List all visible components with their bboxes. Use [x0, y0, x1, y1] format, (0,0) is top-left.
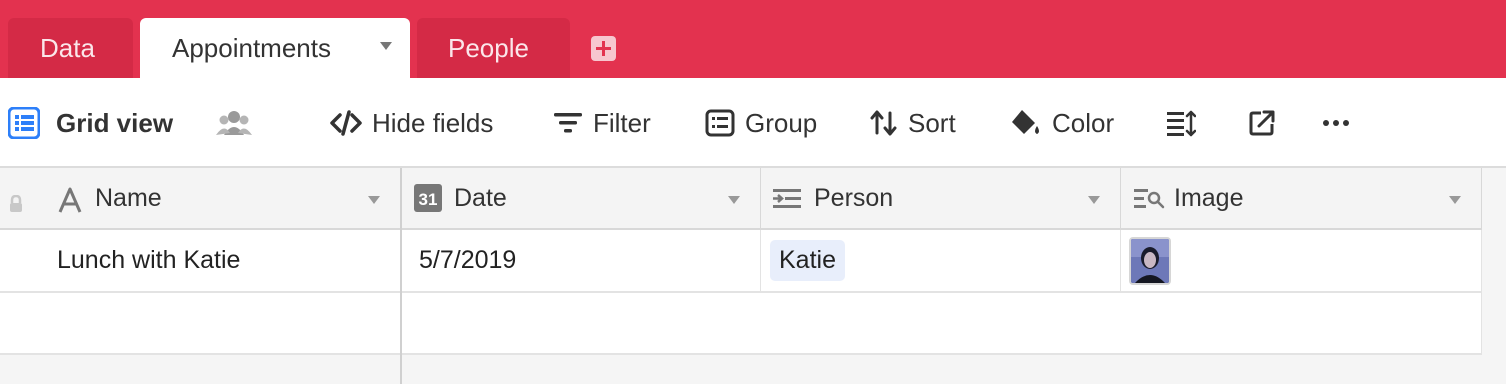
column-label: Name — [95, 183, 162, 212]
view-name: Grid view — [56, 107, 174, 138]
chevron-down-icon[interactable] — [1088, 196, 1100, 204]
linked-record-pill[interactable]: Katie — [770, 240, 845, 281]
row-height-icon — [1166, 109, 1196, 137]
column-header-image[interactable]: Image — [1121, 168, 1482, 230]
hide-fields-label: Hide fields — [372, 107, 494, 138]
chevron-down-icon[interactable] — [368, 196, 380, 204]
grid-icon — [8, 107, 40, 139]
calendar-icon-text: 31 — [418, 189, 438, 209]
column-label: Image — [1174, 183, 1244, 212]
chevron-down-icon[interactable] — [728, 196, 740, 204]
cell-text: 5/7/2019 — [419, 246, 517, 274]
group-button[interactable]: Group — [705, 106, 817, 140]
table-row-name-cell[interactable]: Lunch with Katie — [0, 230, 401, 293]
row-height-button[interactable] — [1166, 106, 1196, 140]
image-thumbnail[interactable] — [1129, 236, 1171, 285]
color-button[interactable]: Color — [1010, 106, 1114, 140]
tab-label: People — [448, 32, 529, 63]
add-table-button[interactable] — [591, 36, 616, 61]
text-field-icon — [58, 187, 82, 220]
chevron-down-icon[interactable] — [380, 42, 392, 50]
column-label: Date — [454, 183, 507, 212]
view-toolbar: Grid view Hide fields Filter Group Sort … — [0, 78, 1506, 168]
ellipsis-icon — [1322, 119, 1350, 127]
color-label: Color — [1052, 107, 1115, 138]
column-header-person[interactable]: Person — [761, 168, 1121, 230]
hide-fields-button[interactable]: Hide fields — [330, 106, 493, 140]
share-view-button[interactable] — [1248, 106, 1276, 140]
link-record-icon — [771, 186, 803, 219]
column-label: Person — [814, 183, 894, 212]
cell-text: Lunch with Katie — [57, 246, 241, 274]
collaborators-button[interactable] — [216, 106, 252, 140]
filter-button[interactable]: Filter — [553, 106, 651, 140]
column-header-name[interactable]: Name — [0, 168, 401, 230]
table-row-image-cell[interactable] — [1121, 230, 1482, 293]
group-icon — [705, 109, 735, 137]
chevron-down-icon[interactable] — [1449, 196, 1461, 204]
filter-icon — [553, 109, 583, 137]
tab-people[interactable]: People — [417, 18, 570, 78]
people-icon — [216, 109, 252, 137]
tab-appointments[interactable]: Appointments — [140, 18, 410, 78]
more-options-button[interactable] — [1322, 106, 1350, 140]
column-header-date[interactable]: 31 Date — [401, 168, 761, 230]
sort-label: Sort — [908, 107, 956, 138]
tab-label: Appointments — [172, 32, 331, 63]
paint-bucket-icon — [1010, 108, 1042, 138]
lock-icon — [8, 191, 24, 220]
calendar-icon: 31 — [414, 184, 442, 212]
tab-data[interactable]: Data — [8, 18, 133, 78]
primary-column-divider — [400, 168, 402, 384]
table-row-date-cell[interactable]: 5/7/2019 — [401, 230, 761, 293]
add-row[interactable] — [0, 293, 1482, 355]
group-label: Group — [745, 107, 818, 138]
eye-slash-icon — [330, 109, 362, 137]
view-switcher[interactable]: Grid view — [8, 106, 173, 140]
external-link-icon — [1248, 109, 1276, 137]
table-row-person-cell[interactable]: Katie — [761, 230, 1121, 293]
filter-label: Filter — [593, 107, 651, 138]
sort-button[interactable]: Sort — [870, 106, 956, 140]
table-tab-bar: Data Appointments People — [0, 0, 1506, 78]
lookup-icon — [1133, 186, 1165, 219]
tab-label: Data — [40, 32, 95, 63]
sort-icon — [870, 109, 898, 137]
